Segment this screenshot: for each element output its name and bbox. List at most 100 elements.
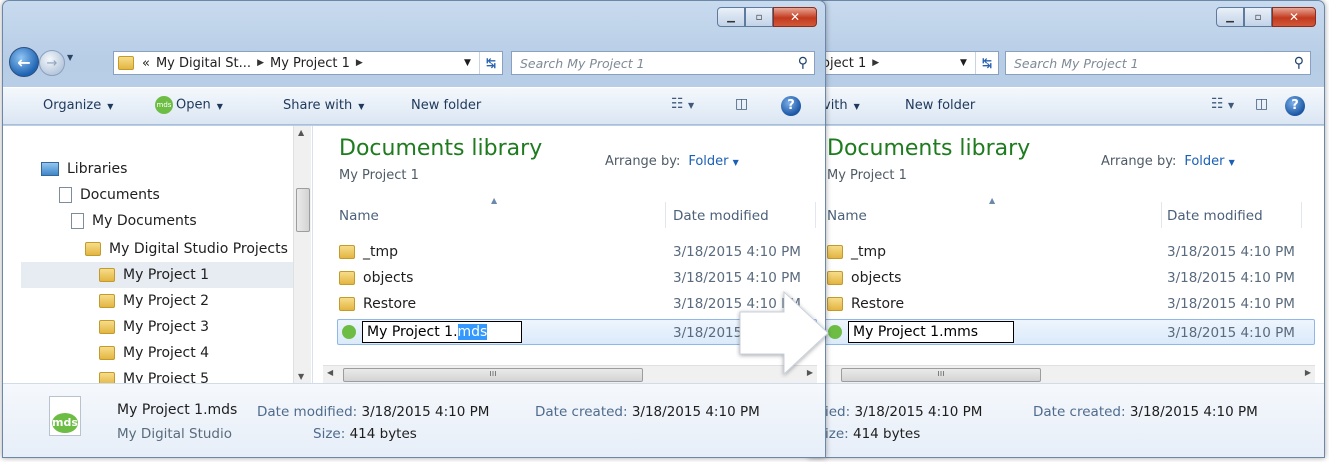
horizontal-scrollbar[interactable]: ııı ▶ — [823, 365, 1315, 383]
scroll-up-icon[interactable]: ▲ — [298, 128, 304, 137]
scroll-down-icon[interactable]: ▼ — [298, 372, 304, 381]
share-with-button[interactable]: Share with ▼ — [283, 98, 364, 113]
address-bar[interactable]: oject 1 ▶ ▼ ↹ — [815, 51, 999, 75]
breadcrumb-arrow-icon[interactable]: ▶ — [257, 58, 264, 68]
refresh-icon[interactable]: ↹ — [976, 56, 998, 70]
help-icon[interactable]: ? — [1285, 96, 1305, 116]
close-button[interactable]: ✕ — [1272, 7, 1316, 27]
scroll-thumb[interactable]: ııı — [343, 368, 643, 382]
search-icon[interactable]: ⚲ — [798, 55, 808, 71]
rename-field[interactable]: My Project 1. mds — [362, 321, 522, 343]
forward-button[interactable]: → — [39, 50, 65, 76]
tree-item-my-digital-studio-projects[interactable]: My Digital Studio Projects — [85, 236, 288, 262]
views-icon[interactable]: ☷ ▼ — [671, 96, 694, 112]
search-input[interactable]: Search My Project 1 ⚲ — [511, 51, 815, 75]
details-date-created: Date created: 3/18/2015 4:10 PM — [535, 404, 760, 420]
file-list: Documents library My Project 1 Arrange b… — [809, 126, 1324, 383]
folder-icon — [99, 320, 115, 334]
address-bar[interactable]: « My Digital St... ▶ My Project 1 ▶ ▼ ↹ — [113, 51, 503, 75]
refresh-icon[interactable]: ↹ — [480, 56, 502, 70]
column-date-modified[interactable]: Date modified — [673, 208, 769, 224]
details-pane: ied: 3/18/2015 4:10 PM Date created: 3/1… — [809, 383, 1324, 457]
rename-field[interactable]: My Project 1.mms — [848, 321, 1014, 343]
breadcrumb-segment[interactable]: My Project 1 — [264, 56, 356, 71]
minimize-button[interactable]: ▁ — [1216, 7, 1244, 27]
preview-pane-icon[interactable]: ◫ — [1255, 96, 1268, 112]
open-button[interactable]: mds Open ▼ — [155, 96, 223, 114]
tree-item-documents[interactable]: Documents — [59, 182, 160, 208]
tree-item-my-project-1[interactable]: My Project 1 — [21, 262, 293, 288]
folder-icon — [827, 271, 843, 285]
vertical-scrollbar[interactable]: ▲ ▼ — [293, 126, 311, 383]
folder-icon — [85, 242, 101, 256]
details-file-type: My Digital Studio — [117, 426, 233, 442]
title-bar: ▁ ▫ ✕ — [809, 1, 1324, 39]
new-folder-button[interactable]: New folder — [905, 98, 975, 113]
breadcrumb-overflow[interactable]: « — [136, 56, 156, 71]
close-button[interactable]: ✕ — [773, 7, 817, 27]
tree-item-my-documents[interactable]: My Documents — [71, 208, 197, 234]
organize-button[interactable]: Organize ▼ — [43, 98, 113, 113]
views-icon[interactable]: ☷ ▼ — [1211, 96, 1234, 112]
mds-logo-icon: mds — [52, 413, 78, 433]
sort-caret-icon: ▲ — [491, 196, 498, 205]
explorer-window-after: ▁ ▫ ✕ oject 1 ▶ ▼ ↹ Search My Project 1 … — [808, 0, 1325, 458]
tree-item-my-project-2[interactable]: My Project 2 — [99, 288, 209, 314]
tree-item-my-project-3[interactable]: My Project 3 — [99, 314, 209, 340]
library-subtitle: My Project 1 — [827, 168, 907, 183]
scroll-right-icon[interactable]: ▶ — [1305, 368, 1311, 377]
tree-item-my-project-4[interactable]: My Project 4 — [99, 340, 209, 366]
back-button[interactable]: ← — [9, 47, 39, 77]
minimize-button[interactable]: ▁ — [717, 7, 745, 27]
details-date-modified: Date modified: 3/18/2015 4:10 PM — [257, 404, 490, 420]
breadcrumb-arrow-icon[interactable]: ▶ — [872, 58, 879, 68]
tree-item-my-project-5[interactable]: My Project 5 — [99, 366, 209, 383]
arrange-by: Arrange by: Folder ▼ — [1101, 154, 1235, 169]
search-placeholder: Search My Project 1 — [1014, 55, 1139, 71]
folder-icon — [339, 271, 355, 285]
mds-file-icon — [342, 325, 356, 339]
breadcrumb-segment[interactable]: My Digital St... — [156, 56, 257, 71]
arrange-by: Arrange by: Folder ▼ — [605, 154, 739, 169]
file-thumbnail: mds — [49, 396, 81, 436]
address-dropdown-icon[interactable]: ▼ — [952, 52, 976, 74]
library-title: Documents library — [827, 136, 1031, 161]
new-folder-button[interactable]: New folder — [411, 98, 481, 113]
scroll-left-icon[interactable]: ◀ — [327, 368, 333, 377]
folder-icon — [827, 245, 843, 259]
maximize-button[interactable]: ▫ — [1244, 7, 1272, 27]
breadcrumb-arrow-icon[interactable]: ▶ — [356, 58, 363, 68]
arrange-by-dropdown[interactable]: Folder ▼ — [688, 154, 738, 169]
document-icon — [71, 213, 84, 229]
command-bar: Organize ▼ mds Open ▼ Share with ▼ New folde… — [3, 87, 825, 125]
maximize-button[interactable]: ▫ — [745, 7, 773, 27]
address-dropdown-icon[interactable]: ▼ — [456, 52, 480, 74]
column-name[interactable]: Name — [339, 208, 379, 224]
search-input[interactable]: Search My Project 1 ⚲ — [1005, 51, 1311, 75]
column-date-modified[interactable]: Date modified — [1167, 208, 1263, 224]
details-size: Size: 414 bytes — [313, 426, 417, 442]
selected-extension: mds — [457, 324, 488, 340]
recent-pages-dropdown-icon[interactable]: ▼ — [67, 53, 73, 62]
preview-pane-icon[interactable]: ◫ — [735, 96, 748, 112]
document-icon — [59, 187, 72, 203]
arrange-by-label: Arrange by: — [605, 154, 681, 169]
title-bar: ▁ ▫ ✕ — [3, 1, 825, 39]
search-placeholder: Search My Project 1 — [520, 55, 645, 71]
library-title: Documents library — [339, 136, 543, 161]
transition-arrow-icon — [739, 290, 829, 376]
explorer-window-before: ▁ ▫ ✕ ← → ▼ « My Digital St... ▶ My Proj… — [2, 0, 826, 458]
share-with-button[interactable]: vith ▼ — [823, 98, 860, 113]
scroll-thumb[interactable]: ııı — [841, 368, 1041, 382]
folder-icon — [99, 268, 115, 282]
folder-icon — [99, 372, 115, 383]
tree-item-libraries[interactable]: Libraries — [41, 156, 127, 182]
folder-icon — [339, 297, 355, 311]
arrange-by-label: Arrange by: — [1101, 154, 1177, 169]
help-icon[interactable]: ? — [781, 96, 801, 116]
column-name[interactable]: Name — [827, 208, 867, 224]
search-icon[interactable]: ⚲ — [1294, 55, 1304, 71]
scroll-thumb[interactable] — [296, 188, 310, 232]
details-pane: mds My Project 1.mds My Digital Studio D… — [3, 383, 825, 457]
arrange-by-dropdown[interactable]: Folder ▼ — [1184, 154, 1234, 169]
